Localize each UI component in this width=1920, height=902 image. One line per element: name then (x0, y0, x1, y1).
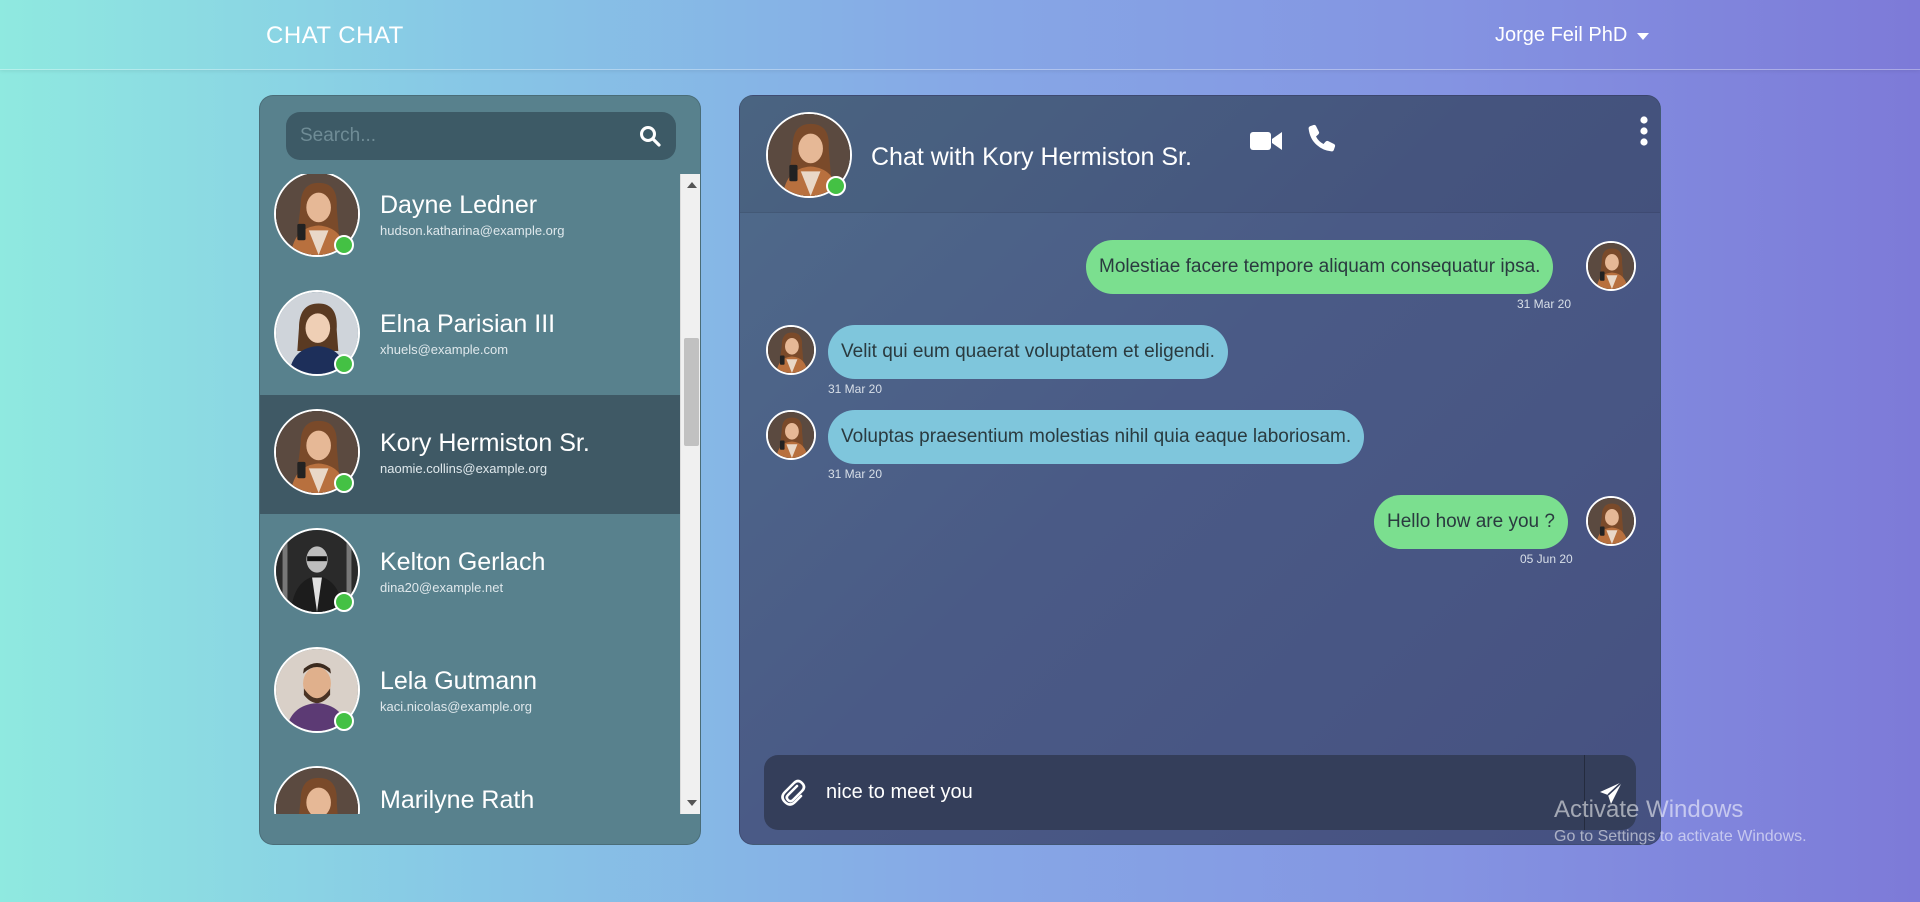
paperclip-icon[interactable] (780, 779, 806, 807)
message-timestamp: 31 Mar 20 (828, 382, 883, 396)
contact-name: Elna Parisian III (380, 310, 556, 338)
scroll-up-arrow-icon[interactable] (687, 182, 697, 188)
caret-down-icon (1637, 33, 1650, 40)
message-composer (764, 755, 1636, 830)
chat-title: Chat with Kory Hermiston Sr. (871, 143, 1192, 171)
contact-list: Dayne Ledner hudson.katharina@example.org… (260, 174, 700, 814)
message-bubble: Velit qui eum quaerat voluptatem et elig… (828, 325, 1228, 379)
search-box (286, 112, 676, 160)
contact-name: Kory Hermiston Sr. (380, 429, 590, 457)
user-dropdown[interactable]: Jorge Feil PhD (1495, 24, 1650, 47)
online-status-dot (826, 176, 846, 196)
sender-avatar (1586, 496, 1636, 546)
kebab-menu-icon[interactable] (1639, 116, 1649, 146)
user-name: Jorge Feil PhD (1495, 24, 1628, 46)
sender-avatar (1586, 241, 1636, 291)
contact-email: naomie.collins@example.org (380, 461, 548, 476)
search-icon[interactable] (638, 124, 662, 148)
search-input[interactable] (300, 112, 630, 160)
contact-item[interactable]: Elna Parisian III xhuels@example.com (260, 276, 680, 395)
message-timestamp: 05 Jun 20 (1520, 552, 1573, 566)
chat-panel: Chat with Kory Hermiston Sr. Molestiae f… (739, 95, 1661, 845)
windows-activation-watermark: Activate Windows Go to Settings to activ… (1554, 796, 1807, 846)
sender-avatar (766, 410, 816, 460)
online-status-dot (334, 592, 354, 612)
contact-name: Kelton Gerlach (380, 548, 546, 576)
contact-item[interactable]: Lela Gutmann kaci.nicolas@example.org (260, 633, 680, 752)
scroll-down-arrow-icon[interactable] (687, 800, 697, 806)
phone-icon[interactable] (1308, 124, 1336, 152)
watermark-title: Activate Windows (1554, 796, 1744, 823)
online-status-dot (334, 354, 354, 374)
scrollbar-thumb[interactable] (684, 338, 699, 446)
watermark-subtitle: Go to Settings to activate Windows. (1554, 828, 1807, 845)
sender-avatar (766, 325, 816, 375)
message-timestamp: 31 Mar 20 (828, 467, 883, 481)
contact-name: Dayne Ledner (380, 191, 538, 219)
contact-item[interactable]: Kory Hermiston Sr. naomie.collins@example… (260, 395, 680, 514)
contact-item[interactable]: Kelton Gerlach dina20@example.net (260, 514, 680, 633)
contact-name: Marilyne Rath (380, 786, 535, 814)
contact-name: Lela Gutmann (380, 667, 538, 695)
contact-item[interactable]: Dayne Ledner hudson.katharina@example.org (260, 174, 680, 276)
contact-email: dina20@example.net (380, 580, 504, 595)
online-status-dot (334, 235, 354, 255)
brand-logo[interactable]: CHAT CHAT (266, 22, 404, 50)
message-bubble: Hello how are you ? (1374, 495, 1568, 549)
contact-email: hudson.katharina@example.org (380, 223, 565, 238)
chat-header: Chat with Kory Hermiston Sr. (740, 96, 1660, 213)
contact-email: xhuels@example.com (380, 342, 509, 357)
contact-avatar (274, 766, 360, 814)
video-camera-icon[interactable] (1250, 129, 1282, 153)
top-navbar: CHAT CHAT Jorge Feil PhD (0, 0, 1920, 70)
online-status-dot (334, 711, 354, 731)
message-timestamp: 31 Mar 20 (1517, 297, 1572, 311)
contact-email: kaci.nicolas@example.org (380, 699, 532, 714)
contacts-panel: Dayne Ledner hudson.katharina@example.org… (259, 95, 701, 845)
message-bubble: Voluptas praesentium molestias nihil qui… (828, 410, 1365, 464)
message-bubble: Molestiae facere tempore aliquam consequ… (1086, 240, 1554, 294)
online-status-dot (334, 473, 354, 493)
contact-item[interactable]: Marilyne Rathjast.velma@example.org (260, 752, 680, 814)
contact-list-scrollbar[interactable] (680, 174, 700, 814)
message-input[interactable] (826, 755, 1566, 830)
